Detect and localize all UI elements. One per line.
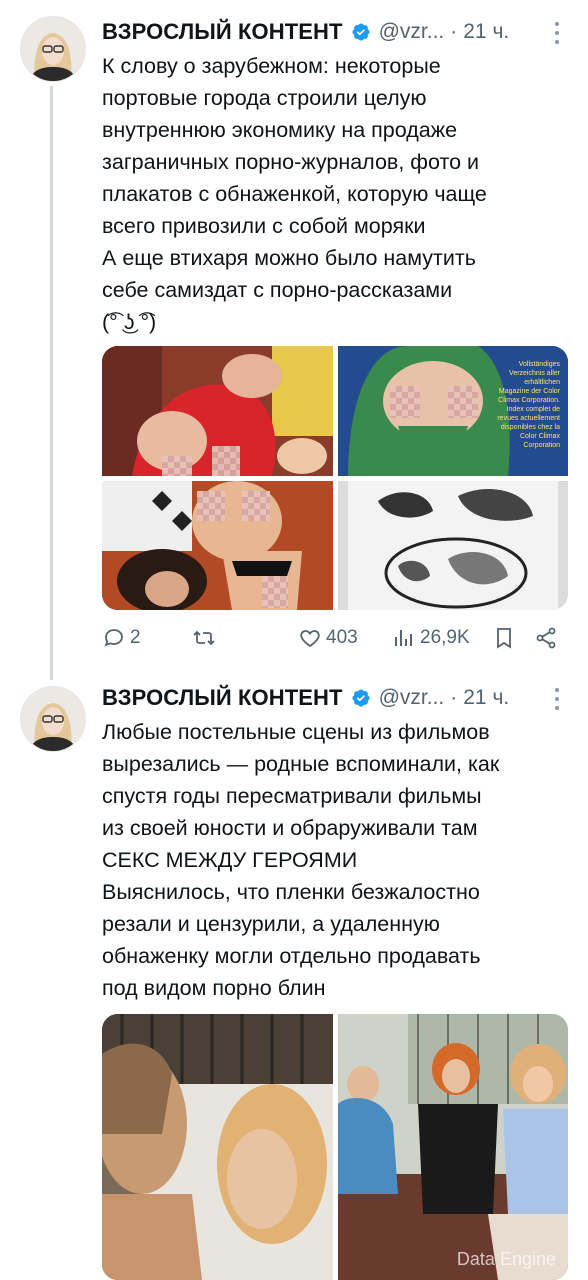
- text-line: заграничных порно-журналов, фото и: [102, 150, 480, 174]
- verified-badge-icon: [352, 689, 370, 707]
- media-photo-3[interactable]: [102, 481, 333, 610]
- like-button[interactable]: 403: [298, 626, 358, 650]
- text-line: плакатов с обнаженкой, которую чаще: [102, 182, 487, 206]
- text-line: обнаженку могли отдельно продавать: [102, 944, 481, 968]
- like-icon: [300, 630, 320, 648]
- media-grid[interactable]: Data Engine: [102, 1014, 568, 1280]
- tweet-header: ВЗРОСЛЫЙ КОНТЕНТ @vzr... · 21 ч.: [102, 680, 509, 716]
- author-avatar[interactable]: [20, 16, 86, 82]
- media-photo-4[interactable]: [338, 481, 568, 610]
- separator-dot: ·: [450, 686, 458, 709]
- text-line: спустя годы пересматривали фильмы: [102, 784, 482, 808]
- text-line: себе самиздат с порно-рассказами: [102, 278, 453, 302]
- views-count: 26,9K: [420, 627, 470, 648]
- more-icon[interactable]: [554, 22, 560, 44]
- views-button[interactable]: 26,9K: [392, 626, 470, 650]
- separator-dot: ·: [450, 20, 458, 43]
- text-line: Любые постельные сцены из фильмов: [102, 720, 490, 744]
- text-line: из своей юности и обраруживали там: [102, 816, 478, 840]
- media-photo-2[interactable]: Vollständiges Verzeichnis aller erhältli…: [338, 346, 568, 476]
- verified-badge-icon: [352, 23, 370, 41]
- author-name[interactable]: ВЗРОСЛЫЙ КОНТЕНТ: [102, 19, 343, 45]
- text-line: А еще втихаря можно было намутить: [102, 246, 476, 270]
- text-line: внутреннюю экономику на продаже: [102, 118, 458, 142]
- more-icon[interactable]: [554, 688, 560, 710]
- views-icon: [395, 630, 412, 646]
- tweet-time[interactable]: 21 ч.: [463, 686, 509, 710]
- magazine-cover-text: Vollständiges Verzeichnis aller erhältli…: [497, 361, 560, 449]
- tweet-time[interactable]: 21 ч.: [463, 20, 509, 44]
- tweet-header: ВЗРОСЛЫЙ КОНТЕНТ @vzr... · 21 ч.: [102, 14, 509, 50]
- retweet-icon: [193, 630, 215, 646]
- text-line: К слову о зарубежном: некоторые: [102, 54, 441, 78]
- author-avatar[interactable]: [20, 686, 86, 752]
- text-line: всего привозили с собой моряки: [102, 214, 426, 238]
- reply-icon: [104, 629, 123, 647]
- share-button[interactable]: [534, 626, 558, 650]
- reply-count: 2: [130, 627, 141, 648]
- media-photo-1[interactable]: [102, 346, 333, 476]
- text-line: вырезались — родные вспоминали, как: [102, 752, 500, 776]
- author-name[interactable]: ВЗРОСЛЫЙ КОНТЕНТ: [102, 685, 343, 711]
- media-photo-2[interactable]: Data Engine: [338, 1014, 568, 1280]
- bookmark-icon: [497, 628, 511, 649]
- text-line: (͡° ͜ʖ ͡°): [102, 310, 157, 334]
- text-line: портовые города строили целую: [102, 86, 427, 110]
- like-count: 403: [326, 627, 358, 648]
- text-line: резали и цензурили, а удаленную: [102, 912, 440, 936]
- media-grid[interactable]: Vollständiges Verzeichnis aller erhältli…: [102, 346, 568, 610]
- text-line: Выяснилось, что пленки безжалостно: [102, 880, 480, 904]
- text-line: СЕКС МЕЖДУ ГЕРОЯМИ: [102, 848, 358, 872]
- tweet-actions: 2 403 26,9K: [102, 623, 562, 653]
- tweet-text: Любые постельные сцены из фильмов выреза…: [102, 716, 572, 1004]
- text-line: под видом порно блин: [102, 976, 326, 1000]
- tweet-1[interactable]: ВЗРОСЛЫЙ КОНТЕНТ @vzr... · 21 ч. К слову…: [0, 0, 588, 680]
- media-photo-1[interactable]: [102, 1014, 333, 1280]
- watermark-text: Data Engine: [456, 1249, 556, 1269]
- author-handle[interactable]: @vzr...: [379, 20, 445, 44]
- reply-button[interactable]: 2: [102, 626, 141, 650]
- tweet-text: К слову о зарубежном: некоторые портовые…: [102, 50, 572, 338]
- retweet-button[interactable]: [192, 626, 220, 650]
- author-handle[interactable]: @vzr...: [379, 686, 445, 710]
- bookmark-button[interactable]: [492, 626, 516, 650]
- share-icon: [536, 627, 556, 649]
- tweet-2[interactable]: ВЗРОСЛЫЙ КОНТЕНТ @vzr... · 21 ч. Любые п…: [0, 672, 588, 1280]
